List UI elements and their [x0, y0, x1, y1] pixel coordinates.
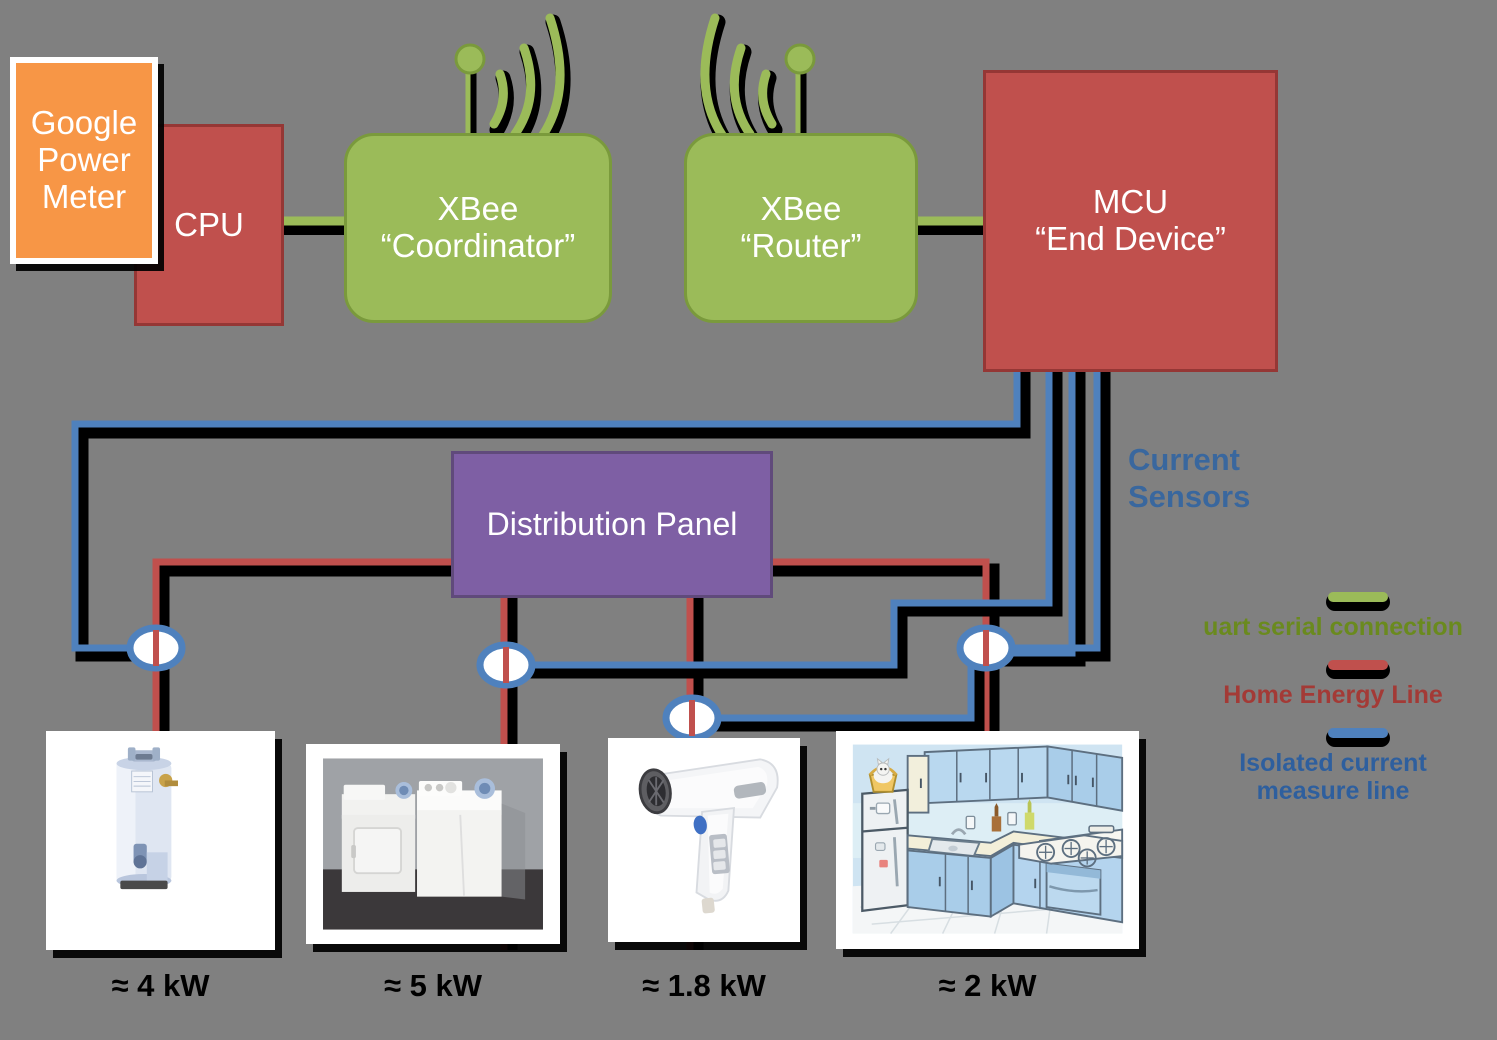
legend-label-current: Isolated current measure line — [1178, 749, 1488, 805]
current-sensors-annotation: Current Sensors — [1128, 442, 1328, 515]
cpu-label: CPU — [174, 205, 244, 243]
legend-label-current-line2: measure line — [1256, 777, 1410, 805]
appliance-power-hair-dryer: ≈ 1.8 kW — [642, 968, 766, 1003]
distribution-panel-node[interactable]: Distribution Panel — [451, 451, 773, 598]
legend-label-energy: Home Energy Line — [1223, 681, 1443, 709]
appliance-power-kitchen: ≈ 2 kW — [938, 968, 1037, 1003]
current-sensors-line2: Sensors — [1128, 478, 1251, 514]
xbee-router-line1: XBee — [760, 190, 842, 228]
hair-dryer-icon — [614, 744, 794, 936]
water-heater-icon — [52, 737, 269, 944]
appliance-power-water-heater: ≈ 4 kW — [111, 968, 210, 1003]
xbee-coordinator-line1: XBee — [437, 190, 519, 228]
kitchen-icon — [844, 737, 1131, 943]
xbee-router-node[interactable]: XBee “Router” — [684, 133, 918, 323]
diagram-canvas: CPU Google Power Meter XBee “Coordinator… — [0, 0, 1497, 1040]
google-power-meter-node[interactable]: Google Power Meter — [10, 57, 158, 264]
appliance-photo-washer-dryer — [306, 744, 560, 944]
mcu-node[interactable]: MCU “End Device” — [983, 70, 1278, 372]
appliance-power-washer-dryer: ≈ 5 kW — [384, 968, 482, 1003]
appliance-photo-hair-dryer — [608, 738, 800, 942]
mcu-line1: MCU — [1092, 183, 1169, 221]
appliance-photo-water-heater — [46, 731, 275, 950]
washer-dryer-icon — [313, 750, 553, 938]
xbee-coordinator-line2: “Coordinator” — [380, 227, 576, 264]
legend-label-current-line1: Isolated current — [1239, 749, 1427, 777]
appliance-photo-kitchen — [836, 731, 1139, 949]
google-power-meter-line1: Google — [30, 104, 138, 142]
legend-label-uart: uart serial connection — [1203, 613, 1463, 641]
current-sensors-line1: Current — [1128, 442, 1240, 477]
google-power-meter-line2: Power — [37, 141, 131, 179]
distribution-panel-label: Distribution Panel — [486, 505, 738, 542]
xbee-coordinator-node[interactable]: XBee “Coordinator” — [344, 133, 612, 323]
mcu-line2: “End Device” — [1035, 220, 1226, 257]
xbee-router-line2: “Router” — [740, 227, 862, 264]
google-power-meter-line3: Meter — [41, 177, 127, 215]
